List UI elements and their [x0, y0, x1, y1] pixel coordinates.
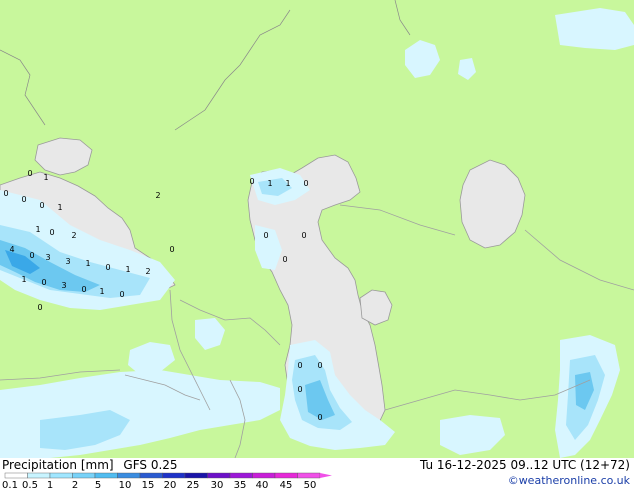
scale-swatch [162, 472, 186, 479]
station-value: 0 [49, 228, 54, 237]
station-value: 0 [263, 231, 268, 240]
station-value: 0 [297, 361, 302, 370]
scale-tick-label: 10 [119, 480, 132, 490]
station-value: 3 [61, 281, 66, 290]
station-value: 0 [169, 245, 174, 254]
station-value: 0 [303, 179, 308, 188]
station-value: 3 [65, 257, 70, 266]
scale-swatch [94, 472, 118, 479]
scale-swatch [27, 472, 51, 479]
scale-tick-label: 2 [72, 480, 78, 490]
scale-tick-label: 40 [256, 480, 269, 490]
station-value: 1 [285, 179, 290, 188]
scale-swatch [252, 472, 276, 479]
scale-tick-label: 20 [164, 480, 177, 490]
station-value: 0 [41, 278, 46, 287]
station-value: 1 [85, 259, 90, 268]
station-value: 0 [317, 413, 322, 422]
station-value: 0 [27, 169, 32, 178]
station-value: 0 [282, 255, 287, 264]
scale-swatch [297, 472, 321, 479]
scale-tick-label: 5 [95, 480, 101, 490]
product-title: Precipitation [mm] GFS 0.25 [2, 458, 178, 472]
station-value: 0 [37, 303, 42, 312]
color-scale: 0.1 0.5 1 2 5 10 15 20 25 30 35 40 45 50 [2, 472, 332, 490]
station-value: 0 [119, 290, 124, 299]
station-value: 0 [81, 285, 86, 294]
scale-swatch [274, 472, 298, 479]
station-value: 1 [99, 287, 104, 296]
station-value: 0 [249, 177, 254, 186]
scale-swatch [117, 472, 141, 479]
scale-tick-label: 45 [280, 480, 293, 490]
scale-tick-label: 25 [187, 480, 200, 490]
station-value: 0 [317, 361, 322, 370]
scale-swatch [184, 472, 208, 479]
model-label: GFS 0.25 [123, 458, 178, 472]
scale-swatch [49, 472, 73, 479]
station-value: 1 [125, 265, 130, 274]
station-value: 0 [39, 201, 44, 210]
station-value: 3 [45, 253, 50, 262]
station-value: 1 [35, 225, 40, 234]
scale-tick-label: 35 [234, 480, 247, 490]
scale-tick-label: 0.1 [2, 480, 18, 490]
station-value: 0 [297, 385, 302, 394]
scale-tick-label: 0.5 [22, 480, 38, 490]
scale-arrow [320, 473, 332, 478]
valid-time: Tu 16-12-2025 09..12 UTC (12+72) [419, 458, 630, 472]
credit-link[interactable]: ©weatheronline.co.uk [508, 474, 630, 487]
kara-bogaz-gol [359, 289, 393, 326]
station-value: 0 [3, 189, 8, 198]
station-value: 2 [155, 191, 160, 200]
product-label: Precipitation [mm] [2, 458, 114, 472]
scale-tick-label: 1 [47, 480, 53, 490]
station-value: 1 [267, 179, 272, 188]
scale-tick-label: 15 [142, 480, 155, 490]
station-value: 1 [21, 275, 26, 284]
station-value: 2 [145, 267, 150, 276]
station-value: 0 [21, 195, 26, 204]
station-value: 0 [301, 231, 306, 240]
scale-tick-label: 30 [211, 480, 224, 490]
scale-swatch [4, 472, 28, 479]
scale-swatch [229, 472, 253, 479]
scale-swatch [139, 472, 163, 479]
station-value: 1 [57, 203, 62, 212]
station-value: 4 [9, 245, 14, 254]
scale-swatch [207, 472, 231, 479]
station-value: 0 [29, 251, 34, 260]
footer-bar: Precipitation [mm] GFS 0.25 Tu 16-12-202… [0, 458, 634, 490]
station-value: 2 [71, 231, 76, 240]
scale-swatch [72, 472, 96, 479]
station-value: 1 [43, 173, 48, 182]
scale-tick-label: 50 [304, 480, 317, 490]
precipitation-map: 0 1000 11 0 240 3 3 1 0 1 21 0 3 0 1 00020 1 1 00 000 000 [0, 0, 634, 458]
station-value: 0 [105, 263, 110, 272]
